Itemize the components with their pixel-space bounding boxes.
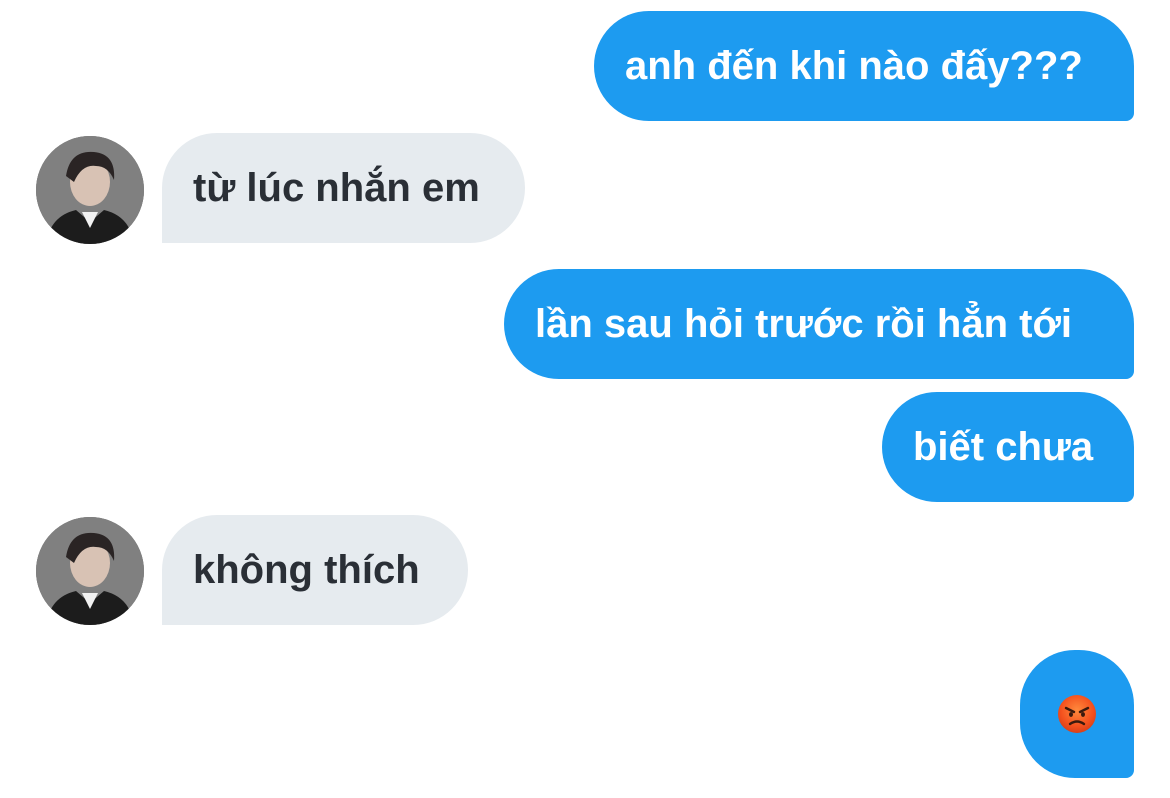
message-text: biết chưa [913,425,1094,469]
message-text: anh đến khi nào đấy??? [625,44,1083,88]
message-text: từ lúc nhắn em [193,166,480,210]
incoming-message-bubble[interactable]: không thích [162,515,468,625]
outgoing-message-bubble[interactable]: lần sau hỏi trước rồi hẳn tới [504,269,1134,379]
contact-avatar[interactable] [36,517,144,625]
angry-face-emoji-icon [1057,694,1097,734]
contact-avatar[interactable] [36,136,144,244]
message-text: lần sau hỏi trước rồi hẳn tới [535,302,1073,346]
incoming-message-bubble[interactable]: từ lúc nhắn em [162,133,525,243]
message-text: không thích [193,548,420,592]
contact-avatar-icon [36,517,144,625]
outgoing-emoji-bubble[interactable] [1020,650,1134,778]
outgoing-message-bubble[interactable]: anh đến khi nào đấy??? [594,11,1134,121]
contact-avatar-icon [36,136,144,244]
outgoing-message-bubble[interactable]: biết chưa [882,392,1134,502]
